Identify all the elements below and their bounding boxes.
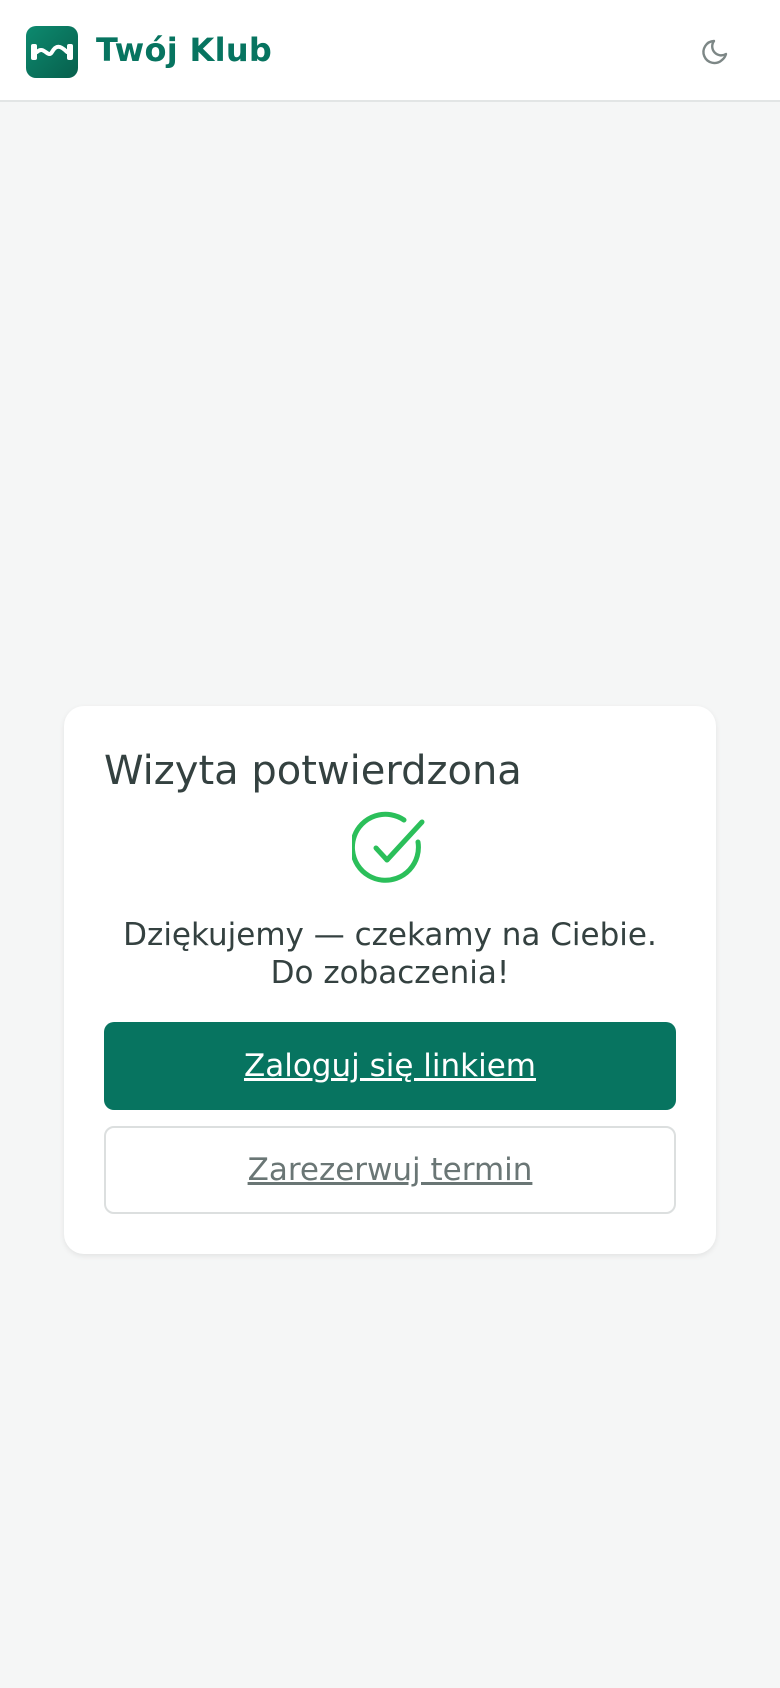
dumbbell-icon [26, 26, 78, 78]
brand-name[interactable]: Twój Klub [96, 30, 272, 70]
message-line-2: Do zobaczenia! [270, 955, 510, 991]
book-appointment-button[interactable]: Zarezerwuj termin [104, 1126, 676, 1214]
message-line-1: Dziękujemy — czekamy na Ciebie. [123, 917, 657, 953]
confirmation-card: Wizyta potwierdzona Dziękujemy — czekamy… [64, 706, 716, 1254]
card-title: Wizyta potwierdzona [104, 748, 522, 794]
login-with-link-button[interactable]: Zaloguj się linkiem [104, 1022, 676, 1110]
moon-icon[interactable] [698, 34, 734, 70]
app-header: Twój Klub [0, 0, 780, 102]
check-circle-icon [349, 810, 428, 886]
confirmation-message: Dziękujemy — czekamy na Ciebie. Do zobac… [84, 916, 696, 992]
